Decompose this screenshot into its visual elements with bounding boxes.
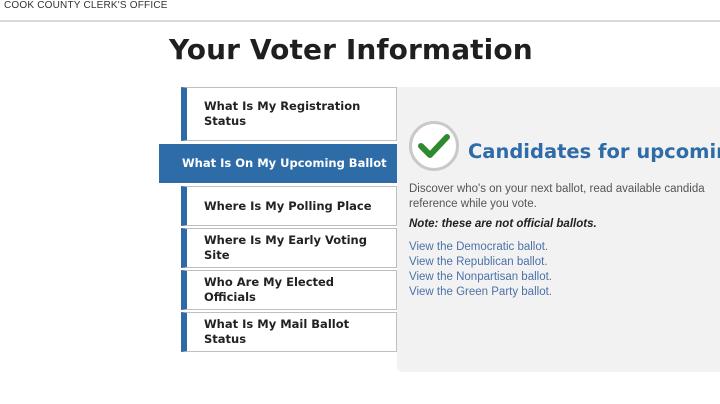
nav-item-label: What Is On My Upcoming Ballot xyxy=(182,156,387,170)
nav-item-polling-place[interactable]: Where Is My Polling Place xyxy=(181,186,397,226)
nav-item-label: Who Are My Elected Officials xyxy=(204,275,335,304)
nav-item-label: Where Is My Early Voting Site xyxy=(204,233,367,262)
ballot-note: Note: these are not official ballots. xyxy=(409,218,597,230)
ballot-links: View the Democratic ballot. View the Rep… xyxy=(409,240,552,300)
nav-item-early-voting-site[interactable]: Where Is My Early Voting Site xyxy=(181,228,397,268)
nav-item-label: Where Is My Polling Place xyxy=(204,198,372,213)
nav-item-upcoming-ballot[interactable]: What Is On My Upcoming Ballot xyxy=(159,144,397,183)
nav-item-label: What Is My Mail Ballot Status xyxy=(204,317,350,346)
page-title: Your Voter Information xyxy=(169,33,533,66)
ballot-panel: Candidates for upcoming Discover who's o… xyxy=(397,87,720,372)
republican-ballot-link[interactable]: View the Republican ballot. xyxy=(409,255,552,270)
democratic-ballot-link[interactable]: View the Democratic ballot. xyxy=(409,240,552,255)
nav-item-registration-status[interactable]: What Is My Registration Status xyxy=(181,87,397,141)
nav-item-mail-ballot-status[interactable]: What Is My Mail Ballot Status xyxy=(181,312,397,352)
site-name[interactable]: COOK COUNTY CLERK'S OFFICE xyxy=(4,0,168,11)
nav-item-label: What Is My Registration Status xyxy=(204,99,361,128)
nav-item-elected-officials[interactable]: Who Are My Elected Officials xyxy=(181,270,397,310)
nonpartisan-ballot-link[interactable]: View the Nonpartisan ballot. xyxy=(409,270,552,285)
green-party-ballot-link[interactable]: View the Green Party ballot. xyxy=(409,285,552,300)
top-bar: COOK COUNTY CLERK'S OFFICE xyxy=(0,0,720,22)
panel-description: Discover who's on your next ballot, read… xyxy=(409,183,705,210)
panel-title: Candidates for upcoming xyxy=(468,140,720,163)
checkmark-icon xyxy=(409,121,459,171)
